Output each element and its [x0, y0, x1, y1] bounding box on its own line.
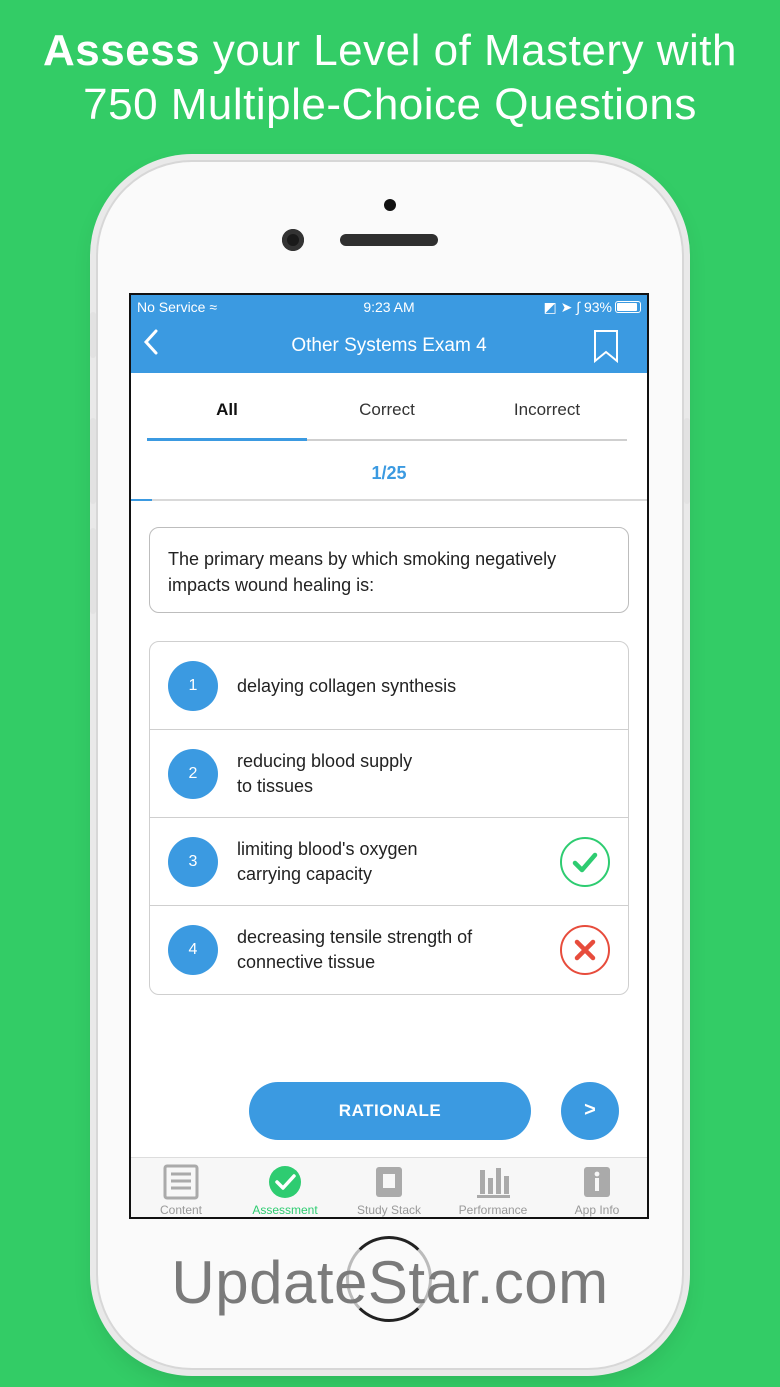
proximity-sensor: [384, 199, 396, 211]
tab-all[interactable]: All: [147, 391, 307, 441]
rationale-button[interactable]: RATIONALE: [249, 1082, 531, 1140]
checkmark-icon: [560, 837, 610, 887]
volume-down-button: [90, 528, 96, 614]
next-question-button[interactable]: >: [561, 1082, 619, 1140]
location-icon: ➤: [560, 299, 573, 315]
answer-number: 1: [168, 661, 218, 711]
bluetooth-icon: ∫: [576, 299, 581, 315]
status-bar: No Service ≈ 9:23 AM ◩ ➤ ∫ 93%: [137, 299, 641, 319]
question-text: The primary means by which smoking negat…: [149, 527, 629, 613]
page-title: Other Systems Exam 4: [291, 335, 487, 356]
answer-text: delaying collagen synthesis: [237, 675, 457, 696]
tabbar-label: App Info: [574, 1203, 620, 1217]
bookmark-icon[interactable]: [593, 329, 619, 364]
orientation-lock-icon: ◩: [543, 299, 557, 315]
power-button: [684, 418, 690, 504]
answer-option-1[interactable]: 1 delaying collagen synthesis: [150, 642, 628, 730]
filter-tabs: All Correct Incorrect: [147, 391, 631, 441]
tabbar-item-content[interactable]: Content: [131, 1162, 231, 1217]
status-right: ◩ ➤ ∫ 93%: [543, 299, 641, 316]
answer-option-2[interactable]: 2 reducing blood supply to tissues: [150, 730, 628, 818]
tabbar-item-performance[interactable]: Performance: [443, 1162, 543, 1217]
tab-incorrect[interactable]: Incorrect: [467, 391, 627, 441]
tab-correct[interactable]: Correct: [307, 391, 467, 441]
list-icon: [163, 1164, 199, 1200]
earpiece-speaker: [340, 234, 438, 246]
tabbar-item-assessment[interactable]: Assessment: [235, 1162, 335, 1217]
tabbar-label: Study Stack: [356, 1203, 422, 1217]
cross-icon: [560, 925, 610, 975]
bottom-tab-bar: Content Assessment Study Stack Performan…: [131, 1157, 647, 1217]
promo-headline: Assess your Level of Mastery with 750 Mu…: [0, 24, 780, 132]
answer-number: 2: [168, 749, 218, 799]
tabbar-label: Assessment: [252, 1203, 318, 1217]
answer-text: limiting blood's oxygen carrying capacit…: [237, 839, 418, 884]
tabbar-label: Performance: [458, 1203, 528, 1217]
answer-text: reducing blood supply to tissues: [237, 751, 413, 796]
promo-headline-line2: 750 Multiple-Choice Questions: [83, 80, 697, 129]
tabbar-label: Content: [159, 1203, 203, 1217]
navigation-bar: No Service ≈ 9:23 AM ◩ ➤ ∫ 93% Other Sys…: [131, 295, 647, 373]
tabbar-item-study-stack[interactable]: Study Stack: [339, 1162, 439, 1217]
battery-percent: 93%: [583, 299, 612, 315]
info-book-icon: [584, 1167, 610, 1197]
mute-switch: [90, 312, 96, 358]
answer-number: 3: [168, 837, 218, 887]
answer-option-3[interactable]: 3 limiting blood's oxygen carrying capac…: [150, 818, 628, 906]
front-camera: [282, 229, 304, 251]
answer-option-4[interactable]: 4 decreasing tensile strength of connect…: [150, 906, 628, 994]
answer-list: 1 delaying collagen synthesis 2 reducing…: [149, 641, 629, 995]
book-icon: [376, 1167, 402, 1197]
progress-fill: [131, 499, 152, 501]
answer-number: 4: [168, 925, 218, 975]
tabbar-item-app-info[interactable]: App Info: [547, 1162, 647, 1217]
bar-chart-icon: [477, 1168, 510, 1198]
watermark-text: UpdateStar.com: [171, 1249, 609, 1316]
question-counter: 1/25: [371, 463, 407, 483]
promo-headline-rest: your Level of Mastery with: [200, 26, 737, 75]
answer-text: decreasing tensile strength of connectiv…: [237, 927, 473, 972]
progress-bar: [131, 499, 647, 501]
volume-up-button: [90, 418, 96, 504]
promo-headline-bold: Assess: [43, 26, 201, 75]
app-screen: No Service ≈ 9:23 AM ◩ ➤ ∫ 93% Other Sys…: [129, 293, 649, 1219]
battery-icon: [615, 301, 641, 313]
check-circle-icon: [269, 1166, 301, 1198]
